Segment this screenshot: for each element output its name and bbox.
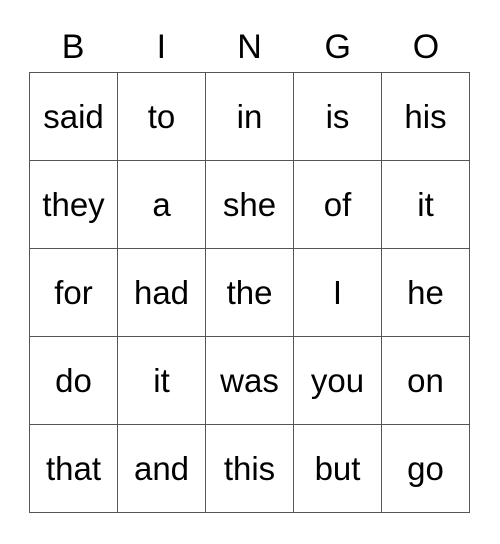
bingo-cell[interactable]: go [382, 425, 470, 513]
bingo-row: they a she of it [30, 161, 470, 249]
bingo-row: said to in is his [30, 73, 470, 161]
bingo-cell[interactable]: on [382, 337, 470, 425]
bingo-header-row: B I N G O [29, 22, 470, 72]
bingo-cell[interactable]: this [206, 425, 294, 513]
bingo-cell[interactable]: do [30, 337, 118, 425]
bingo-cell[interactable]: was [206, 337, 294, 425]
bingo-cell[interactable]: to [118, 73, 206, 161]
bingo-cell[interactable]: it [382, 161, 470, 249]
bingo-card: B I N G O said to in is his they a she o… [0, 0, 500, 544]
bingo-cell[interactable]: she [206, 161, 294, 249]
bingo-cell[interactable]: he [382, 249, 470, 337]
bingo-cell[interactable]: had [118, 249, 206, 337]
bingo-column-header-g: G [324, 28, 351, 66]
bingo-cell[interactable]: a [118, 161, 206, 249]
bingo-cell[interactable]: that [30, 425, 118, 513]
bingo-cell[interactable]: in [206, 73, 294, 161]
bingo-cell[interactable]: said [30, 73, 118, 161]
bingo-grid: said to in is his they a she of it for h… [29, 72, 470, 513]
bingo-column-header-o: O [412, 28, 440, 66]
bingo-cell[interactable]: the [206, 249, 294, 337]
bingo-row: do it was you on [30, 337, 470, 425]
bingo-cell[interactable]: of [294, 161, 382, 249]
bingo-cell[interactable]: you [294, 337, 382, 425]
bingo-cell[interactable]: is [294, 73, 382, 161]
bingo-column-header-b: B [61, 28, 85, 66]
bingo-column-header-i: I [156, 28, 167, 66]
bingo-cell[interactable]: for [30, 249, 118, 337]
bingo-cell[interactable]: I [294, 249, 382, 337]
bingo-cell[interactable]: it [118, 337, 206, 425]
bingo-cell[interactable]: and [118, 425, 206, 513]
bingo-column-header-n: N [237, 28, 262, 66]
bingo-cell[interactable]: his [382, 73, 470, 161]
bingo-row: that and this but go [30, 425, 470, 513]
bingo-cell[interactable]: they [30, 161, 118, 249]
bingo-row: for had the I he [30, 249, 470, 337]
bingo-cell[interactable]: but [294, 425, 382, 513]
